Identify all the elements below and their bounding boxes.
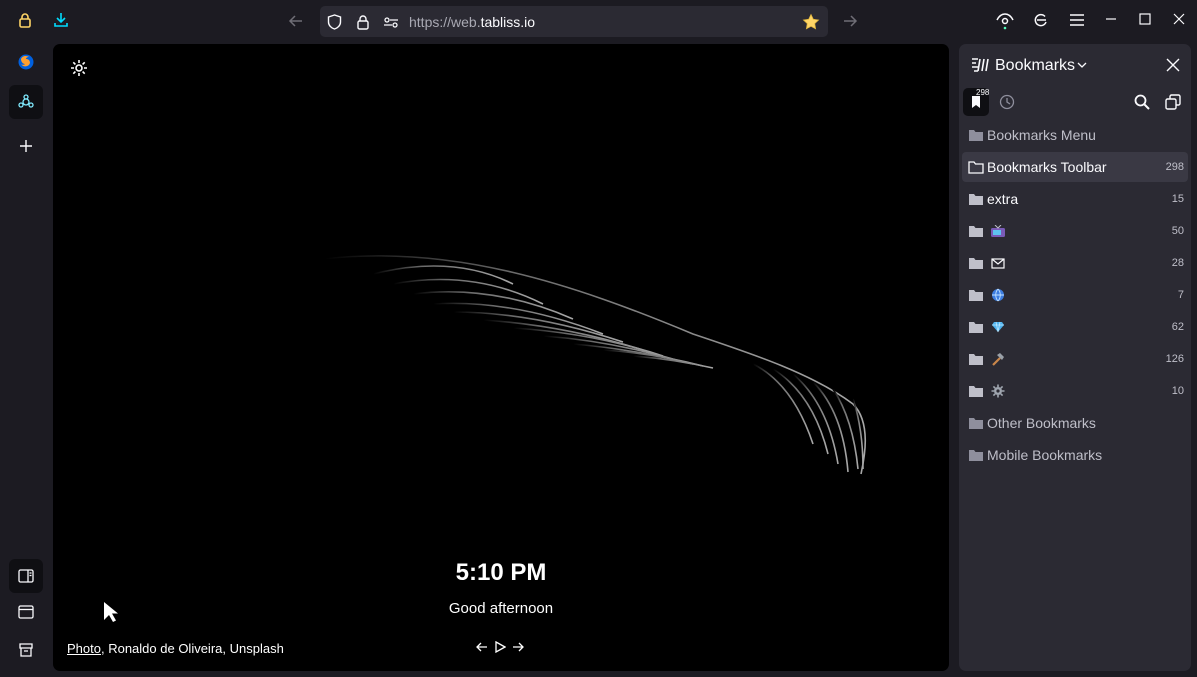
- bookmark-folder-menu[interactable]: Bookmarks Menu: [962, 120, 1188, 150]
- firefox-icon[interactable]: [9, 45, 43, 79]
- browser-toolbar: https://web.tabliss.io: [0, 0, 1197, 42]
- close-window-button[interactable]: [1164, 4, 1194, 34]
- sidebar-launcher: [0, 42, 52, 677]
- folder-count: 10: [1171, 385, 1184, 397]
- menu-icon[interactable]: [1062, 5, 1092, 35]
- star-icon[interactable]: [801, 12, 821, 31]
- play-icon[interactable]: [494, 640, 506, 654]
- bookmarks-count-badge: 298: [976, 88, 990, 97]
- folder-label: Mobile Bookmarks: [987, 447, 1103, 463]
- bookmarks-header: Bookmarks: [959, 44, 1191, 88]
- hammer-icon: [990, 352, 1006, 366]
- sidebar-toggle-icon[interactable]: [9, 559, 43, 593]
- globe-icon: [990, 288, 1006, 302]
- download-icon[interactable]: [46, 5, 76, 35]
- window-icon[interactable]: [9, 595, 43, 629]
- shield-icon[interactable]: [326, 13, 343, 30]
- folder-open-icon: [968, 161, 984, 174]
- extension-e-icon[interactable]: [1026, 5, 1056, 35]
- clock-time: 5:10 PM: [455, 559, 547, 586]
- folder-label: Other Bookmarks: [987, 415, 1096, 431]
- url-text[interactable]: https://web.tabliss.io: [409, 14, 535, 30]
- bookmark-folder-other[interactable]: Other Bookmarks: [962, 408, 1188, 438]
- gear-icon: [990, 384, 1006, 398]
- padlock-icon[interactable]: [354, 13, 371, 30]
- folder-count: 126: [1165, 353, 1184, 365]
- folder-label: extra: [987, 191, 1019, 207]
- folder-count: 298: [1165, 161, 1184, 173]
- folder-icon: [969, 450, 983, 461]
- photo-link[interactable]: Photo: [67, 641, 101, 656]
- mouse-cursor-icon: [103, 601, 119, 623]
- bookmarks-tabs: 298: [959, 88, 1191, 118]
- bookmarks-sidebar: Bookmarks 298 Bookmarks Menu Bookmarks T…: [959, 44, 1191, 671]
- history-clock-icon[interactable]: [999, 94, 1015, 110]
- gem-icon: [990, 320, 1006, 334]
- folder-count: 7: [1177, 289, 1184, 301]
- new-tab-page: 5:10 PM Good afternoon Photo, Ronaldo de…: [53, 44, 949, 671]
- minimize-button[interactable]: [1096, 4, 1126, 34]
- folder-icon: [969, 194, 983, 205]
- add-icon[interactable]: [9, 129, 43, 163]
- folder-count: 28: [1171, 257, 1184, 269]
- open-window-icon[interactable]: [1165, 94, 1181, 110]
- settings-gear-icon[interactable]: [69, 58, 89, 78]
- bookmark-folder-extra[interactable]: extra 15: [962, 184, 1188, 214]
- lock-icon[interactable]: [10, 5, 40, 35]
- folder-icon: [969, 130, 983, 141]
- bookmark-folder-toolbar[interactable]: Bookmarks Toolbar 298: [962, 152, 1188, 182]
- bookmark-folder-globe[interactable]: 7: [962, 280, 1188, 310]
- close-icon[interactable]: [1165, 57, 1181, 73]
- bookmarks-panel-icon: [971, 57, 989, 73]
- folder-icon: [969, 354, 983, 365]
- folder-count: 50: [1171, 225, 1184, 237]
- archive-icon[interactable]: [9, 633, 43, 667]
- chevron-down-icon[interactable]: [1077, 61, 1087, 69]
- folder-icon: [969, 226, 983, 237]
- bookmark-folder-tv[interactable]: 50: [962, 216, 1188, 246]
- folder-label: Bookmarks Menu: [987, 127, 1096, 143]
- tab-bookmarks[interactable]: 298: [963, 88, 989, 116]
- permissions-icon[interactable]: [382, 13, 399, 30]
- background-controls: [476, 640, 524, 654]
- bookmark-folder-mobile[interactable]: Mobile Bookmarks: [962, 440, 1188, 470]
- envelope-icon: [990, 256, 1006, 270]
- url-domain: tabliss.io: [480, 14, 536, 30]
- bookmark-folder-hammer[interactable]: 126: [962, 344, 1188, 374]
- folder-count: 62: [1171, 321, 1184, 333]
- folder-count: 15: [1171, 193, 1184, 205]
- previous-arrow-icon[interactable]: [476, 640, 488, 654]
- eye-icon[interactable]: [990, 5, 1020, 35]
- back-button[interactable]: [281, 6, 311, 36]
- forward-button[interactable]: [835, 6, 865, 36]
- url-prefix: https://web.: [409, 14, 481, 30]
- bookmark-folder-gear[interactable]: 10: [962, 376, 1188, 406]
- folder-icon: [969, 258, 983, 269]
- extension-sidebar-icon[interactable]: [9, 85, 43, 119]
- bookmark-folder-mail[interactable]: 28: [962, 248, 1188, 278]
- folder-icon: [969, 322, 983, 333]
- folder-label: Bookmarks Toolbar: [987, 159, 1107, 175]
- photo-credit-text: , Ronaldo de Oliveira, Unsplash: [100, 641, 284, 656]
- url-bar[interactable]: https://web.tabliss.io: [320, 6, 828, 37]
- tv-icon: [990, 224, 1006, 238]
- folder-icon: [969, 290, 983, 301]
- bookmarks-title[interactable]: Bookmarks: [995, 57, 1075, 75]
- next-arrow-icon[interactable]: [512, 640, 524, 654]
- folder-icon: [969, 418, 983, 429]
- photo-credit: Photo, Ronaldo de Oliveira, Unsplash: [67, 641, 284, 656]
- folder-icon: [969, 386, 983, 397]
- search-icon[interactable]: [1134, 94, 1150, 110]
- greeting-text: Good afternoon: [448, 600, 554, 617]
- bookmark-folder-gem[interactable]: 62: [962, 312, 1188, 342]
- maximize-button[interactable]: [1130, 4, 1160, 34]
